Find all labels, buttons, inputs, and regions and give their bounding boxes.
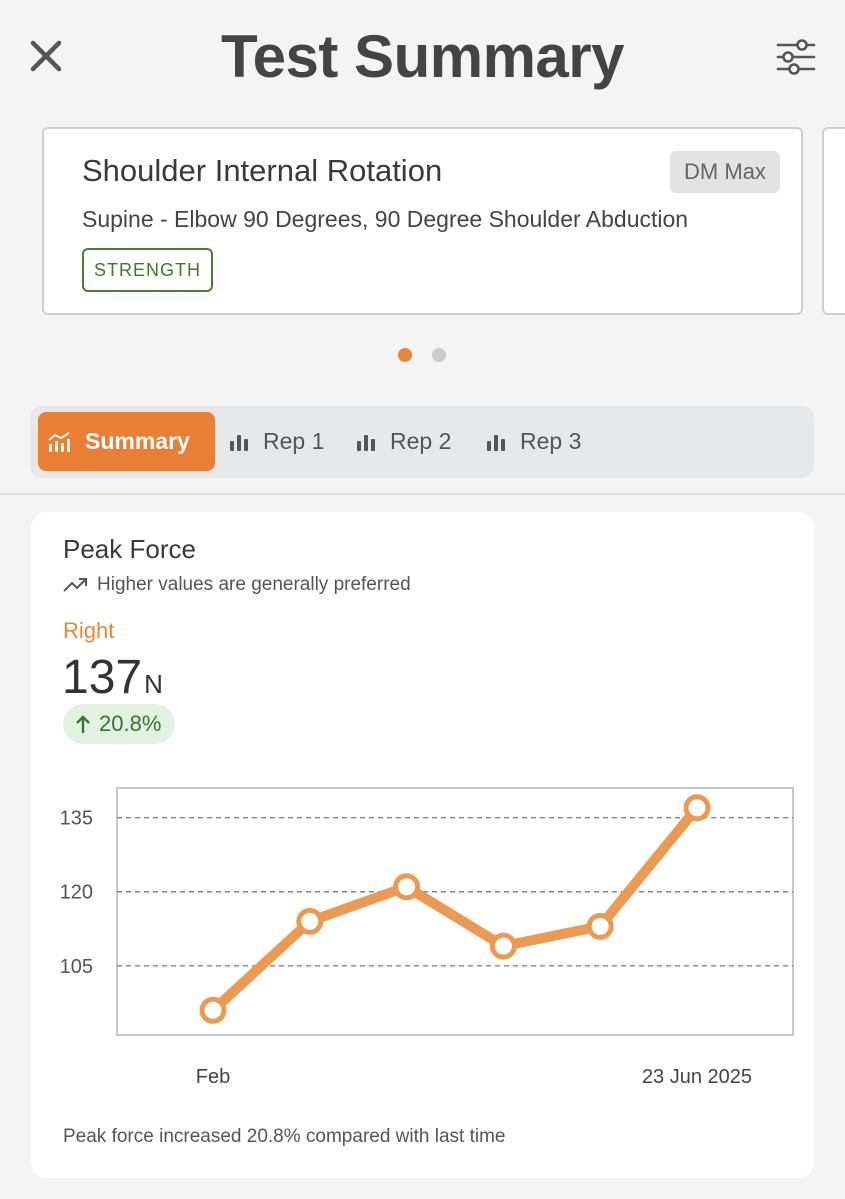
test-title: Shoulder Internal Rotation bbox=[82, 153, 443, 188]
sliders-icon[interactable] bbox=[774, 38, 818, 76]
tab-summary[interactable]: Summary bbox=[38, 412, 215, 471]
y-tick-label: 135 bbox=[60, 808, 93, 830]
chart-icon bbox=[48, 431, 70, 452]
header: Test Summary bbox=[0, 0, 845, 115]
metric-value: 137N bbox=[62, 650, 163, 705]
device-badge: DM Max bbox=[670, 151, 780, 193]
change-badge: 20.8% bbox=[63, 704, 176, 744]
test-subtitle: Supine - Elbow 90 Degrees, 90 Degree Sho… bbox=[82, 206, 689, 232]
bar-chart-icon bbox=[357, 434, 375, 451]
x-tick-label: Feb bbox=[196, 1066, 230, 1088]
tab-rep-2-label: Rep 2 bbox=[390, 428, 452, 454]
tab-rep-1-label: Rep 1 bbox=[263, 428, 325, 454]
tab-rep-1[interactable]: Rep 1 bbox=[229, 412, 324, 471]
next-test-card[interactable] bbox=[822, 127, 845, 315]
metric-hint-text: Higher values are generally preferred bbox=[97, 574, 411, 595]
pager-dot[interactable] bbox=[432, 348, 446, 362]
data-point bbox=[683, 794, 711, 822]
side-label: Right bbox=[63, 618, 115, 643]
metric-unit: N bbox=[144, 669, 163, 699]
metric-value-number: 137 bbox=[62, 651, 143, 704]
data-point bbox=[586, 912, 614, 940]
test-card[interactable]: Shoulder Internal Rotation DM Max Supine… bbox=[42, 127, 803, 315]
page-title: Test Summary bbox=[220, 23, 625, 90]
y-tick-label: 105 bbox=[60, 956, 93, 978]
y-tick-label: 120 bbox=[60, 882, 93, 904]
change-value: 20.8% bbox=[99, 711, 162, 736]
bar-chart-icon bbox=[487, 434, 505, 451]
trending-up-icon bbox=[63, 578, 87, 592]
tab-summary-label: Summary bbox=[85, 428, 190, 454]
data-point bbox=[393, 873, 421, 901]
arrow-up-icon bbox=[76, 715, 90, 733]
footer-note: Peak force increased 20.8% compared with… bbox=[63, 1126, 506, 1147]
peak-force-chart: 105 120 135 Feb 23 Jun 2025 bbox=[60, 787, 794, 1088]
metric-hint: Higher values are generally preferred bbox=[63, 574, 411, 596]
tab-rep-3-label: Rep 3 bbox=[520, 428, 582, 454]
bar-chart-icon bbox=[230, 434, 248, 451]
category-tag: STRENGTH bbox=[82, 248, 213, 292]
data-point bbox=[296, 907, 324, 935]
x-tick-label: 23 Jun 2025 bbox=[642, 1066, 752, 1088]
tab-rep-2[interactable]: Rep 2 bbox=[356, 412, 451, 471]
data-point bbox=[489, 932, 517, 960]
pager-dot-active[interactable] bbox=[398, 348, 412, 362]
tab-rep-3[interactable]: Rep 3 bbox=[486, 412, 581, 471]
divider bbox=[0, 493, 845, 495]
tab-bar: Summary Rep 1 Rep 2 Rep 3 bbox=[30, 406, 814, 478]
metric-title: Peak Force bbox=[63, 534, 196, 564]
data-point bbox=[199, 996, 227, 1024]
